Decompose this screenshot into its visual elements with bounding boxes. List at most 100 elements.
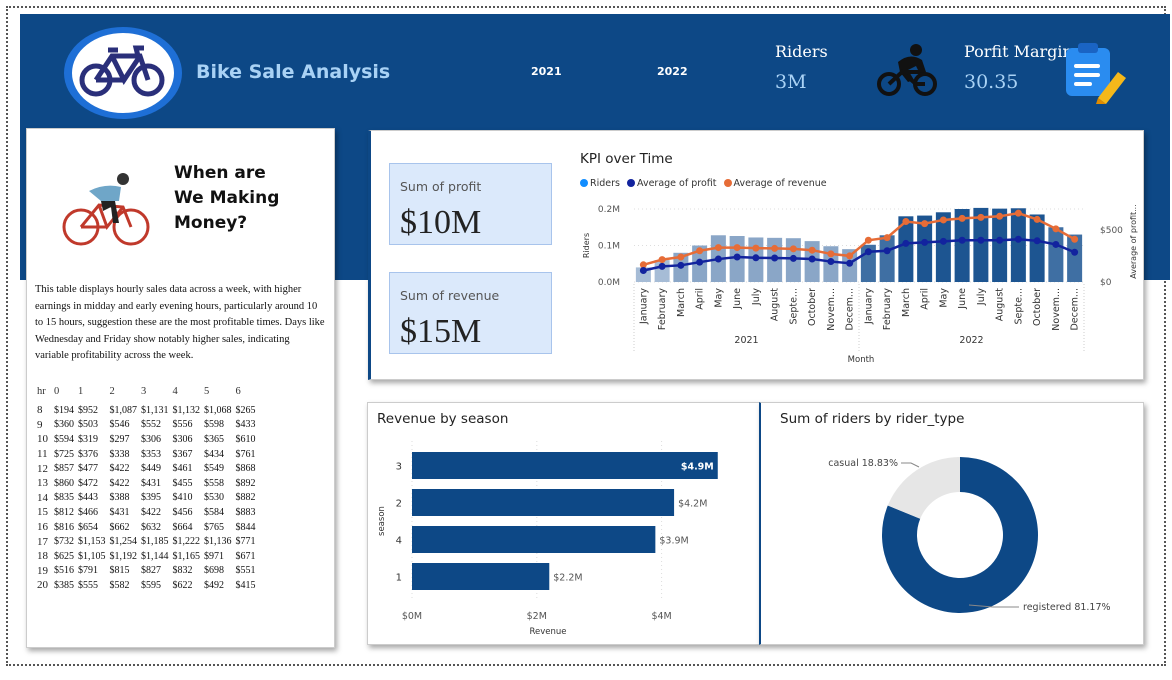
revenue-point[interactable] <box>658 256 666 264</box>
table-header-row: hr 0 1 2 3 4 5 6 <box>37 386 260 403</box>
year-filter-2022[interactable]: 2022 <box>657 65 688 78</box>
revenue-point[interactable] <box>714 244 722 252</box>
column-header-hr[interactable]: hr <box>37 386 54 403</box>
profit-point[interactable] <box>958 236 966 244</box>
kpi-x-tick: May <box>713 288 724 308</box>
year-group-2021: 2021 <box>734 335 758 346</box>
column-header-6[interactable]: 6 <box>236 386 260 403</box>
profit-point[interactable] <box>996 236 1004 244</box>
sales-cell: $449 <box>141 463 161 475</box>
kpi-x-tick: January <box>638 288 649 325</box>
revenue-point[interactable] <box>864 236 872 244</box>
revenue-point[interactable] <box>677 253 685 261</box>
profit-point[interactable] <box>658 262 666 270</box>
revenue-point[interactable] <box>846 252 854 260</box>
revenue-point[interactable] <box>1071 235 1079 243</box>
sales-cell: $434 <box>204 448 224 460</box>
revenue-point[interactable] <box>1014 209 1022 217</box>
revenue-point[interactable] <box>789 245 797 253</box>
season-bar[interactable] <box>412 489 675 516</box>
profit-point[interactable] <box>977 236 985 244</box>
casual-label: casual 18.83% <box>828 458 898 469</box>
riders-bar[interactable] <box>879 235 895 282</box>
revenue-point[interactable] <box>902 218 910 226</box>
column-header-3[interactable]: 3 <box>141 386 173 403</box>
hour-cell: 13 <box>37 477 48 490</box>
sales-cell: $654 <box>78 521 98 533</box>
sales-cell: $297 <box>109 433 130 445</box>
table-row: 8 $194 $952 $1,087 $1,131 $1,132 $1,068 $265 <box>37 403 260 418</box>
revenue-point[interactable] <box>733 244 741 252</box>
riders-bar[interactable] <box>1010 208 1026 282</box>
revenue-point[interactable] <box>921 220 929 228</box>
profit-point[interactable] <box>1052 240 1060 248</box>
profit-point[interactable] <box>1033 237 1041 245</box>
season-category-label: 3 <box>396 462 402 473</box>
profit-point[interactable] <box>939 237 947 245</box>
kpi-x-tick: April <box>920 288 931 310</box>
season-bar[interactable] <box>412 526 656 553</box>
profit-point[interactable] <box>864 248 872 256</box>
profit-point[interactable] <box>883 247 891 255</box>
revenue-point[interactable] <box>827 250 835 258</box>
season-bar[interactable] <box>412 563 550 590</box>
profit-point[interactable] <box>921 238 929 246</box>
revenue-point[interactable] <box>771 244 779 252</box>
riders-bar[interactable] <box>1029 214 1045 282</box>
profit-point[interactable] <box>677 261 685 269</box>
profit-point[interactable] <box>733 253 741 261</box>
profit-point[interactable] <box>902 239 910 247</box>
column-header-5[interactable]: 5 <box>204 386 236 403</box>
column-header-4[interactable]: 4 <box>173 386 205 403</box>
sales-cell: $353 <box>141 448 161 460</box>
revenue-point[interactable] <box>883 234 891 242</box>
kpi-y2-tick: $0 <box>1100 278 1112 288</box>
sales-cell: $882 <box>235 492 256 504</box>
profit-point[interactable] <box>1014 235 1022 243</box>
sales-cell: $415 <box>235 579 256 591</box>
hourly-sales-table: hr 0 1 2 3 4 5 6 8 $194 $952 $1,087 $1,131 $1,132 $1,… <box>37 386 260 593</box>
profit-line <box>643 237 1076 272</box>
profit-point[interactable] <box>771 254 779 262</box>
kpi-x-tick: February <box>882 288 893 330</box>
profit-point[interactable] <box>639 267 647 275</box>
heading-line-3: Money? <box>174 213 248 233</box>
sales-cell: $1,185 <box>141 536 169 548</box>
revenue-point[interactable] <box>939 216 947 224</box>
sales-cell: $556 <box>172 419 193 431</box>
revenue-point[interactable] <box>696 247 704 255</box>
money-heading: When are We Making Money? <box>174 161 279 236</box>
profit-point[interactable] <box>846 259 854 267</box>
hour-cell: 8 <box>37 404 43 417</box>
dashboard-title: Bike Sale Analysis <box>196 61 391 83</box>
heading-line-2: We Making <box>174 188 280 208</box>
kpi-panel: Sum of profit $10M Sum of revenue $15M K… <box>368 130 1144 380</box>
bicycle-icon <box>79 45 165 97</box>
profit-point[interactable] <box>1071 248 1079 256</box>
profit-point[interactable] <box>789 254 797 262</box>
riders-bar[interactable] <box>1048 227 1064 282</box>
revenue-point[interactable] <box>958 214 966 222</box>
sales-cell: $1,136 <box>204 536 232 548</box>
season-bar[interactable] <box>412 452 718 479</box>
profit-point[interactable] <box>808 255 816 263</box>
column-header-2[interactable]: 2 <box>110 386 142 403</box>
sales-cell: $516 <box>54 565 74 577</box>
column-header-0[interactable]: 0 <box>54 386 78 403</box>
profit-point[interactable] <box>752 254 760 262</box>
season-data-label: $4.9M <box>681 462 714 473</box>
profit-point[interactable] <box>827 258 835 266</box>
revenue-point[interactable] <box>977 213 985 221</box>
profit-point[interactable] <box>714 255 722 263</box>
revenue-point[interactable] <box>752 244 760 252</box>
hour-cell: 11 <box>37 448 48 461</box>
donut-slice-casual[interactable] <box>887 457 960 519</box>
revenue-point[interactable] <box>1052 225 1060 233</box>
column-header-1[interactable]: 1 <box>78 386 110 403</box>
year-filter-2021[interactable]: 2021 <box>531 65 562 78</box>
sales-cell: $558 <box>204 477 224 489</box>
profit-point[interactable] <box>696 258 704 266</box>
revenue-point[interactable] <box>808 246 816 254</box>
revenue-point[interactable] <box>996 212 1004 220</box>
revenue-point[interactable] <box>1033 215 1041 223</box>
